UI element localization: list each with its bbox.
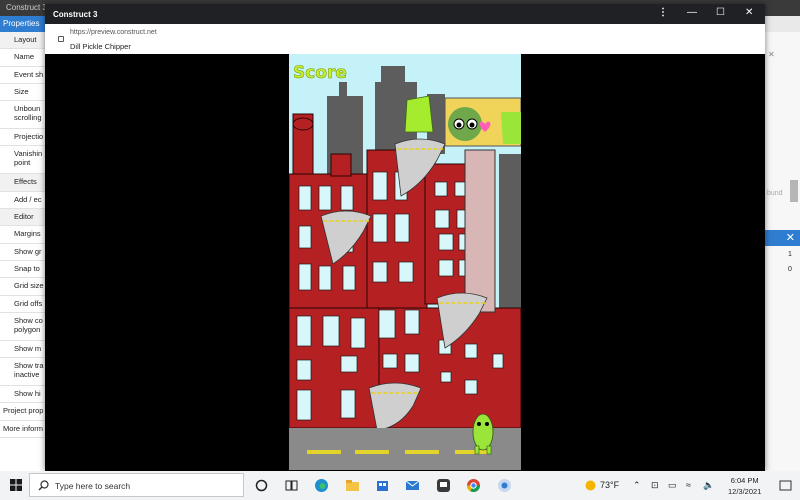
property-row[interactable]: Margins (0, 226, 45, 244)
property-row[interactable]: Size (0, 83, 45, 102)
windows-start-icon[interactable] (10, 479, 22, 491)
notifications-icon[interactable] (778, 478, 793, 493)
page-title: Dill Pickle Chipper (70, 42, 131, 51)
minimize-button[interactable]: — (687, 7, 697, 18)
right-panel-value: 1 (788, 251, 792, 258)
maximize-button[interactable]: ☐ (716, 7, 725, 18)
pickle-jar (404, 95, 434, 133)
taskbar-search-box[interactable]: Type here to search (29, 473, 244, 497)
property-row[interactable]: Show hi (0, 386, 45, 404)
construct-icon[interactable] (497, 478, 512, 493)
property-row[interactable]: Show tra inactive (0, 358, 45, 387)
property-row[interactable]: Vanishin point (0, 146, 45, 175)
property-row[interactable]: Add / ec (0, 191, 45, 210)
weather-temp[interactable]: 73°F (600, 480, 619, 490)
property-row[interactable]: Unboun scrolling (0, 101, 45, 130)
right-panel-ghost-text: bund (767, 190, 783, 197)
property-section[interactable]: Effects (0, 174, 45, 192)
browser-titlebar: Construct 3 ⋮ — ☐ ✕ (45, 4, 765, 24)
right-panel-scrollbar[interactable] (790, 180, 798, 202)
property-row[interactable]: Grid size (0, 278, 45, 296)
wifi-icon[interactable]: ≈ (686, 480, 691, 490)
property-row[interactable]: Show gr (0, 243, 45, 261)
right-panel-close-icon[interactable]: ✕ (768, 50, 775, 59)
app-icon[interactable] (436, 478, 451, 493)
network-icon[interactable]: ⊡ (651, 480, 659, 491)
property-row[interactable]: Snap to (0, 260, 45, 279)
lock-icon (58, 36, 64, 42)
properties-header: Properties (0, 16, 45, 32)
clock[interactable]: 6:04 PM 12/3/2021 (728, 475, 761, 497)
search-icon (38, 480, 49, 491)
right-panel-value: 0 (788, 266, 792, 273)
file-explorer-icon[interactable] (345, 478, 360, 493)
more-options-icon[interactable]: ⋮ (658, 7, 668, 18)
close-button[interactable]: ✕ (745, 7, 753, 18)
url-text[interactable]: https://preview.construct.net (70, 29, 157, 36)
preview-browser-window: Construct 3 ⋮ — ☐ ✕ https://preview.cons… (45, 4, 765, 471)
edge-icon[interactable] (314, 478, 329, 493)
score-label: Score (293, 63, 347, 83)
weather-icon (585, 480, 596, 491)
address-bar[interactable]: https://preview.construct.net Dill Pickl… (45, 24, 765, 54)
chrome-icon[interactable] (466, 478, 481, 493)
chevron-up-icon[interactable]: ⌃ (633, 480, 641, 491)
property-row[interactable]: Event sh (0, 66, 45, 84)
battery-icon[interactable]: ▭ (668, 480, 677, 491)
property-row[interactable]: Show m (0, 340, 45, 359)
property-section[interactable]: Layout (0, 32, 45, 50)
taskbar: Type here to search 73°F ⌃ ⊡ ▭ ≈ 🔈 6:04 … (0, 471, 800, 500)
right-panel-header: ✕ (765, 230, 800, 246)
property-row[interactable]: Project prop (0, 403, 45, 421)
property-row[interactable]: More inform (0, 420, 45, 439)
background-app-title: Construct 3 (6, 3, 47, 12)
clock-date: 12/3/2021 (728, 487, 762, 496)
property-section[interactable]: Editor (0, 209, 45, 227)
property-row[interactable]: Show co polygon (0, 312, 45, 341)
volume-icon[interactable]: 🔈 (703, 480, 714, 491)
right-panel (765, 32, 800, 472)
search-placeholder: Type here to search (55, 481, 131, 491)
store-icon[interactable] (375, 478, 390, 493)
property-row[interactable]: Name (0, 49, 45, 67)
property-row[interactable]: Grid offs (0, 295, 45, 313)
mail-icon[interactable] (405, 478, 420, 493)
close-icon[interactable]: ✕ (786, 231, 795, 244)
game-canvas[interactable]: Score (289, 54, 521, 470)
property-row[interactable]: Projectio (0, 129, 45, 147)
player-pickle (472, 413, 494, 455)
property-rows: Layout Name Event sh Size Unboun scrolling Pr… (0, 32, 45, 439)
properties-panel: Properties Layout Name Event sh Size Unboun … (0, 16, 45, 471)
task-view-icon[interactable] (284, 478, 299, 493)
browser-window-title: Construct 3 (53, 10, 98, 19)
cortana-icon[interactable] (254, 478, 269, 493)
clock-time: 6:04 PM (730, 476, 759, 485)
